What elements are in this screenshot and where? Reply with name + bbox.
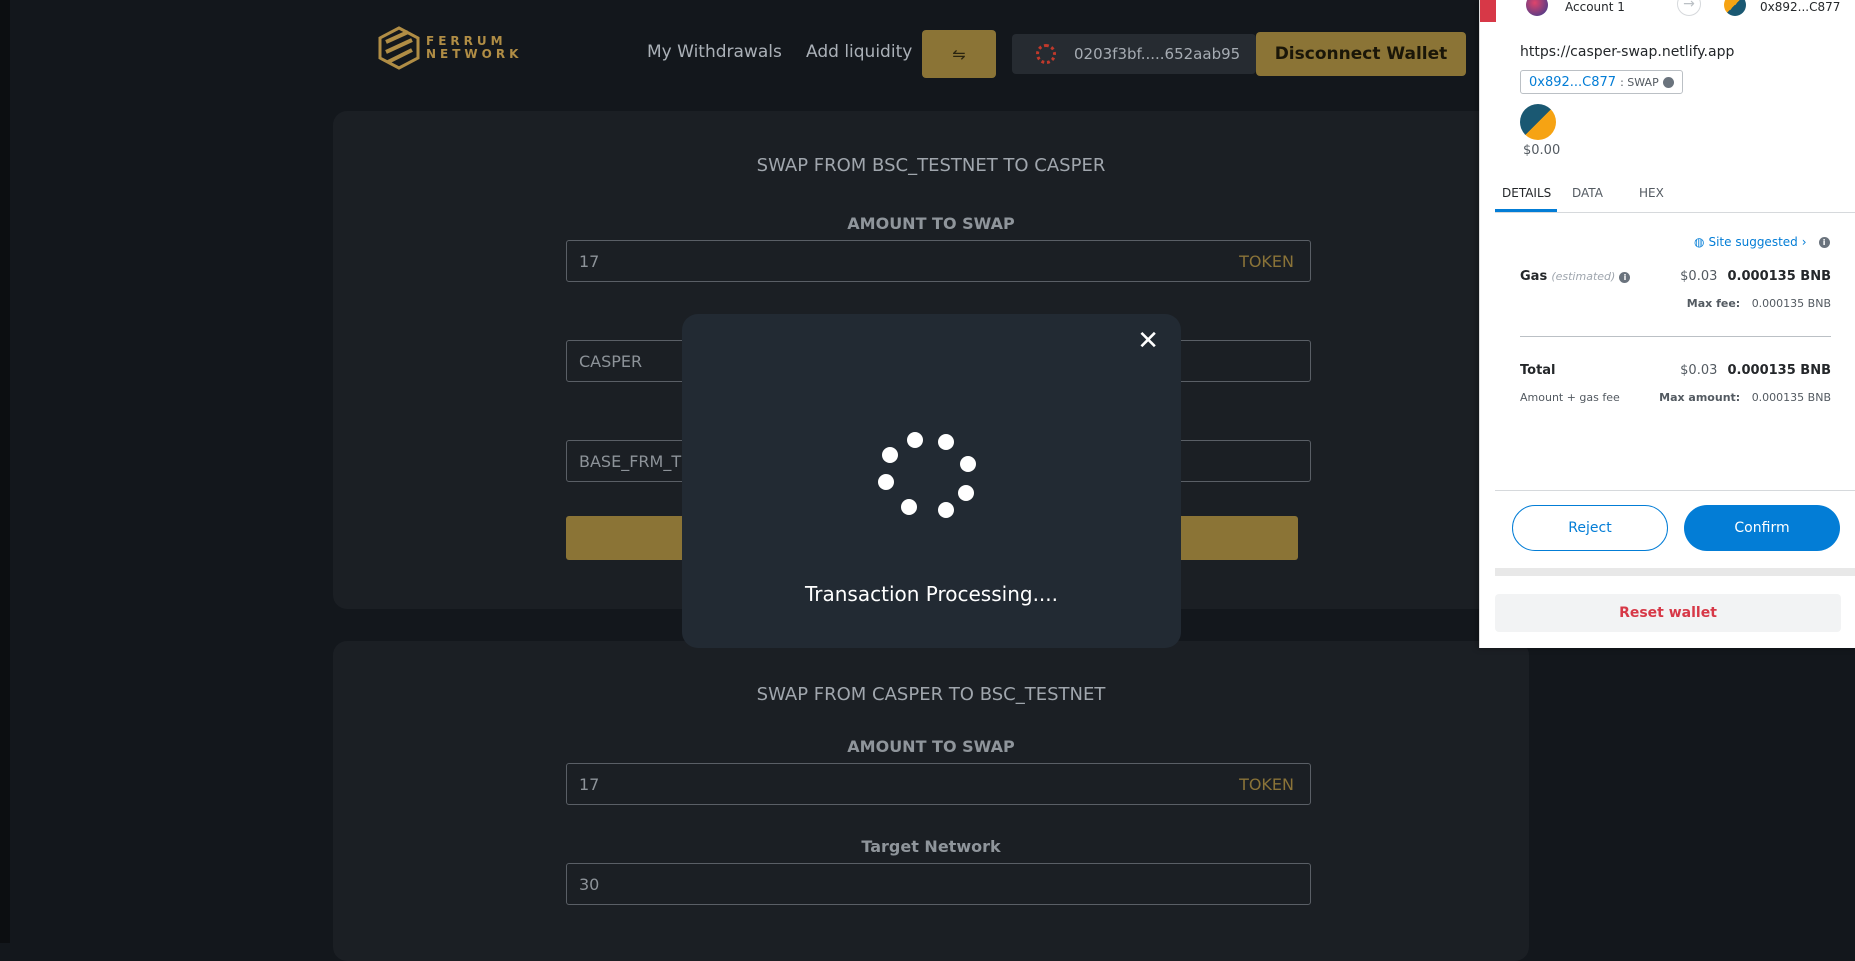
total-label: Total — [1520, 363, 1556, 378]
nav-add-liquidity[interactable]: Add liquidity — [806, 42, 912, 62]
total-sub-label: Amount + gas fee — [1520, 391, 1620, 404]
disconnect-wallet-button[interactable]: Disconnect Wallet — [1256, 32, 1466, 76]
tab-data[interactable]: DATA — [1572, 186, 1603, 200]
globe-icon: ◍ — [1694, 235, 1705, 249]
account-avatar — [1526, 0, 1548, 16]
amount-input[interactable]: 17 TOKEN — [566, 240, 1311, 282]
network-toggle-button[interactable]: ⇋ — [922, 30, 996, 78]
max-fee-row: Max fee: 0.000135 BNB — [1520, 297, 1831, 310]
tab-details[interactable]: DETAILS — [1502, 186, 1551, 200]
contract-method-chip[interactable]: 0x892...C877 : SWAP i — [1520, 70, 1683, 94]
footer-divider — [1495, 490, 1855, 491]
card-title: SWAP FROM BSC_TESTNET TO CASPER — [756, 155, 1106, 176]
recipient-avatar — [1724, 0, 1746, 16]
processing-modal: ✕ Transaction Processing.... — [682, 314, 1181, 648]
network-indicator — [1480, 0, 1496, 22]
reject-button[interactable]: Reject — [1512, 505, 1668, 551]
amount-value: 17 — [579, 775, 600, 794]
token-suffix: TOKEN — [1239, 775, 1294, 794]
nav-my-withdrawals[interactable]: My Withdrawals — [647, 42, 782, 62]
tab-hex[interactable]: HEX — [1639, 186, 1664, 200]
info-icon: i — [1818, 236, 1830, 248]
casper-wallet-icon — [1036, 44, 1056, 64]
max-amount-value: 0.000135 BNB — [1751, 391, 1831, 404]
gas-label: Gas — [1520, 269, 1548, 284]
card-title: SWAP FROM CASPER TO BSC_TESTNET — [756, 684, 1106, 705]
recipient-address: 0x892...C877 — [1760, 0, 1841, 14]
max-fee-label: Max fee: — [1686, 297, 1741, 310]
network-value: CASPER — [579, 352, 643, 371]
gas-value: 0.000135 BNB — [1727, 269, 1831, 284]
logo-text-network: NETWORK — [426, 47, 523, 61]
chevron-right-icon: › — [1801, 235, 1807, 249]
amount-input[interactable]: 17 TOKEN — [566, 763, 1311, 805]
target-network-input[interactable]: 30 — [566, 863, 1311, 905]
swap-arrows-icon: ⇋ — [952, 44, 966, 64]
token-icon — [1520, 104, 1556, 140]
total-value: 0.000135 BNB — [1727, 363, 1831, 378]
max-amount-row: Amount + gas fee Max amount: 0.000135 BN… — [1520, 391, 1831, 404]
metamask-popup: Account 1 → 0x892...C877 https://casper-… — [1479, 0, 1855, 648]
account-name: Account 1 — [1565, 0, 1625, 14]
max-fee-value: 0.000135 BNB — [1751, 297, 1831, 310]
total-row: Total $0.03 0.000135 BNB — [1520, 363, 1831, 378]
page-edge — [0, 0, 10, 943]
site-suggested-label: Site suggested — [1708, 235, 1798, 249]
ferrum-logo[interactable]: FERRUM NETWORK — [378, 26, 522, 70]
account-header: Account 1 → 0x892...C877 — [1496, 0, 1855, 20]
ferrum-logo-icon — [378, 26, 420, 70]
max-amount-label: Max amount: — [1659, 391, 1741, 404]
wallet-address: 0203f3bf.....652aab95 — [1074, 45, 1241, 63]
arrow-right-icon: → — [1677, 0, 1701, 16]
token-value: BASE_FRM_T — [579, 452, 682, 471]
origin-site: https://casper-swap.netlify.app — [1520, 44, 1735, 60]
token-suffix: TOKEN — [1239, 252, 1294, 271]
divider — [1520, 336, 1831, 337]
swap-from-casper-card: SWAP FROM CASPER TO BSC_TESTNET AMOUNT T… — [333, 641, 1529, 961]
wallet-address-chip[interactable]: 0203f3bf.....652aab95 — [1012, 34, 1256, 74]
active-tab-indicator — [1495, 209, 1557, 212]
confirm-button[interactable]: Confirm — [1684, 505, 1840, 551]
tab-bar: DETAILS DATA HEX — [1495, 176, 1855, 213]
amount-label: AMOUNT TO SWAP — [847, 214, 1015, 233]
network-value: 30 — [579, 875, 600, 894]
total-fiat: $0.03 — [1680, 363, 1718, 378]
method-name: : SWAP — [1620, 75, 1659, 89]
gas-estimated: (estimated) — [1551, 270, 1616, 283]
target-network-label: Target Network — [861, 837, 1001, 856]
site-suggested-link[interactable]: ◍ Site suggested › i — [1694, 235, 1830, 249]
amount-value: 17 — [579, 252, 600, 271]
amount-label: AMOUNT TO SWAP — [847, 737, 1015, 756]
contract-address: 0x892...C877 — [1529, 74, 1617, 90]
info-icon: i — [1662, 76, 1674, 88]
close-icon[interactable]: ✕ — [1137, 328, 1159, 354]
info-icon: i — [1619, 272, 1631, 283]
processing-message: Transaction Processing.... — [805, 582, 1058, 606]
gas-row: Gas (estimated) i $0.03 0.000135 BNB — [1520, 269, 1831, 284]
gas-fiat: $0.03 — [1680, 269, 1718, 284]
token-amount: $0.00 — [1523, 143, 1561, 158]
panel-shadow — [1495, 568, 1855, 576]
loading-spinner-icon — [878, 432, 988, 542]
reset-wallet-button[interactable]: Reset wallet — [1495, 594, 1841, 632]
